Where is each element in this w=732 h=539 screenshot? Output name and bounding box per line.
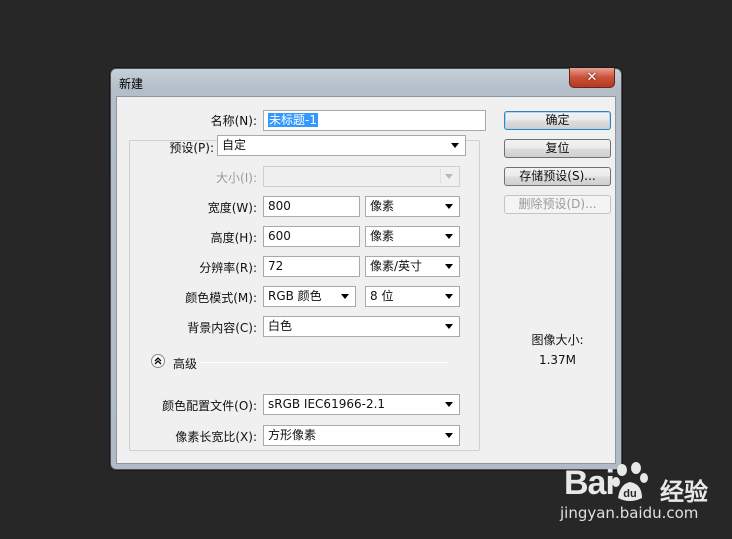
name-value: 未标题-1 [268, 113, 318, 127]
chevron-down-icon [445, 402, 453, 407]
name-label: 名称(N): [210, 114, 257, 128]
resolution-label: 分辨率(R): [199, 261, 257, 275]
color-profile-value: sRGB IEC61966-2.1 [268, 397, 386, 411]
image-size-label: 图像大小: [531, 333, 584, 347]
advanced-toggle-button[interactable] [151, 354, 165, 368]
color-profile-select[interactable]: sRGB IEC61966-2.1 [263, 394, 460, 415]
color-mode-label: 颜色模式(M): [185, 291, 257, 305]
paw-logo-icon: du [612, 462, 648, 501]
width-unit: 像素 [370, 199, 395, 213]
chevron-down-icon [445, 234, 453, 239]
chevron-down-icon [451, 143, 459, 148]
close-icon: ✕ [586, 70, 598, 85]
height-label: 高度(H): [210, 231, 257, 245]
chevron-down-icon [445, 174, 453, 179]
background-select[interactable]: 白色 [263, 316, 460, 337]
height-unit: 像素 [370, 229, 395, 243]
resolution-unit-select[interactable]: 像素/英寸 [365, 256, 460, 277]
chevron-down-icon [445, 204, 453, 209]
width-value: 800 [268, 199, 291, 213]
width-label: 宽度(W): [207, 201, 257, 215]
width-unit-select[interactable]: 像素 [365, 196, 460, 217]
dialog-content: 名称(N): 未标题-1 预设(P): 自定 大小(I): 宽度(W): 800… [116, 96, 616, 464]
resolution-input[interactable]: 72 [263, 256, 360, 277]
background-value: 白色 [268, 319, 293, 333]
close-button[interactable]: ✕ [569, 68, 615, 88]
dialog-title: 新建 [119, 77, 144, 91]
width-input[interactable]: 800 [263, 196, 360, 217]
svg-text:du: du [623, 488, 636, 500]
height-value: 600 [268, 229, 291, 243]
height-unit-select[interactable]: 像素 [365, 226, 460, 247]
background-label: 背景内容(C): [187, 321, 257, 335]
pixel-aspect-select[interactable]: 方形像素 [263, 425, 460, 446]
size-select [263, 166, 460, 187]
watermark-url: jingyan.baidu.com [560, 504, 699, 522]
pixel-aspect-value: 方形像素 [268, 428, 317, 442]
watermark-brand-suffix: 经验 [660, 478, 708, 506]
chevron-down-icon [445, 294, 453, 299]
delete-preset-button: 删除预设(D)... [504, 195, 611, 214]
chevron-up-double-icon [154, 357, 162, 365]
reset-button[interactable]: 复位 [504, 139, 611, 158]
new-document-dialog: 新建 ✕ 名称(N): 未标题-1 预设(P): 自定 大小(I): 宽度(W)… [110, 68, 622, 470]
pixel-aspect-label: 像素长宽比(X): [175, 430, 257, 444]
size-label: 大小(I): [216, 171, 257, 185]
resolution-value: 72 [268, 259, 284, 273]
color-mode-select[interactable]: RGB 颜色 [263, 286, 356, 307]
chevron-down-icon [445, 433, 453, 438]
color-mode-value: RGB 颜色 [268, 289, 322, 303]
resolution-unit: 像素/英寸 [370, 259, 423, 273]
advanced-divider [201, 362, 447, 363]
bit-depth-select[interactable]: 8 位 [365, 286, 460, 307]
preset-value: 自定 [222, 138, 247, 152]
chevron-down-icon [445, 264, 453, 269]
chevron-down-icon [341, 294, 349, 299]
baidu-jingyan-watermark: Bai du 经验 jingyan.baidu.com [560, 462, 732, 539]
advanced-label: 高级 [173, 357, 198, 371]
height-input[interactable]: 600 [263, 226, 360, 247]
chevron-down-icon [445, 324, 453, 329]
ok-button[interactable]: 确定 [504, 111, 611, 130]
save-preset-button[interactable]: 存储预设(S)... [504, 167, 611, 186]
preset-label: 预设(P): [169, 141, 214, 155]
preset-select[interactable]: 自定 [217, 135, 466, 156]
bit-depth-value: 8 位 [370, 289, 394, 303]
color-profile-label: 颜色配置文件(O): [162, 399, 257, 413]
name-input[interactable]: 未标题-1 [263, 110, 486, 131]
watermark-brand: Bai [564, 464, 615, 502]
image-size-value: 1.37M [538, 353, 577, 367]
